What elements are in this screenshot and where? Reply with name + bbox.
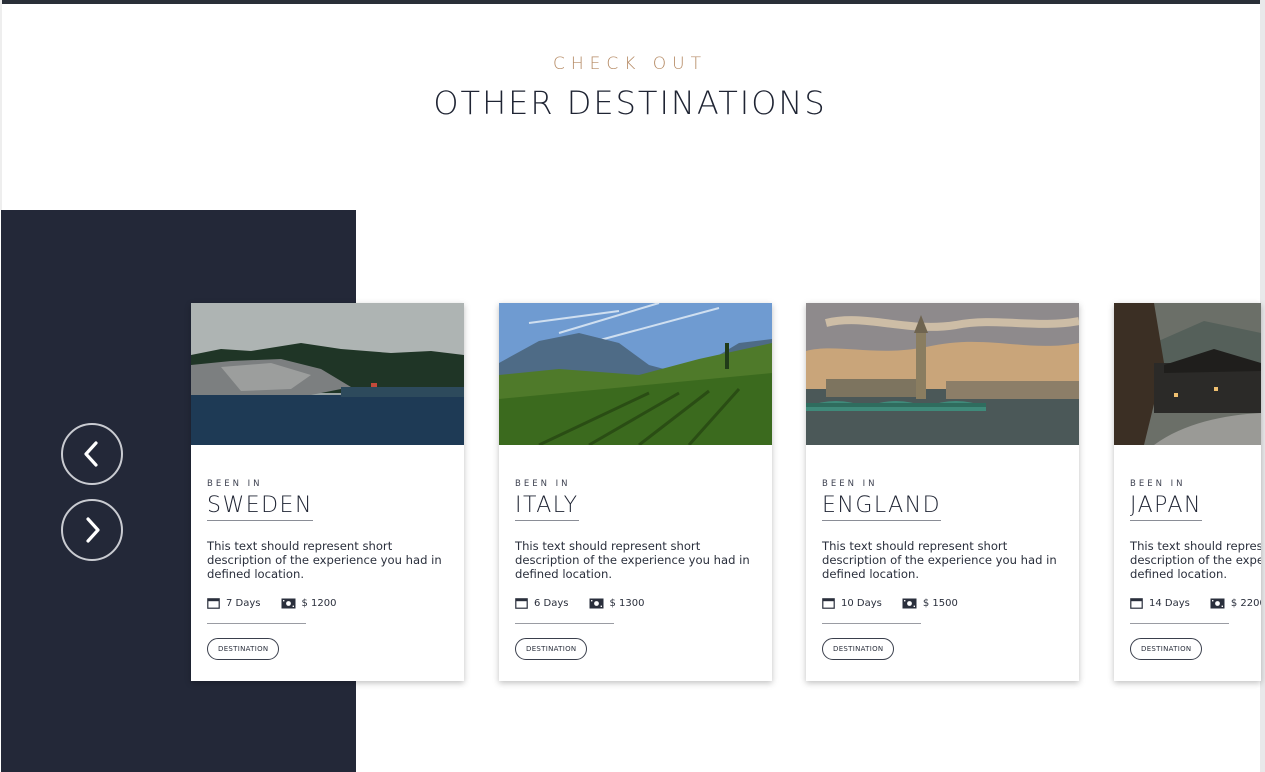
card-description: This text should represent short descrip…	[515, 539, 750, 581]
price-value: $ 2200	[1230, 597, 1261, 609]
destination-tag-button[interactable]: DESTINATION	[822, 638, 895, 660]
been-in-label: BEEN IN	[1130, 479, 1186, 489]
divider	[822, 623, 921, 624]
top-strip	[0, 0, 1260, 4]
destination-photo	[191, 303, 464, 445]
destination-card-sweden[interactable]: BEEN IN SWEDEN This text should represen…	[191, 303, 464, 681]
duration-value: 6 Days	[534, 597, 569, 609]
country-name: JAPAN	[1130, 493, 1203, 521]
money-icon	[1210, 598, 1225, 609]
calendar-icon	[515, 597, 528, 609]
duration-value: 10 Days	[841, 597, 882, 609]
been-in-label: BEEN IN	[822, 479, 878, 489]
calendar-icon	[822, 597, 835, 609]
section-eyebrow: CHECK OUT	[552, 54, 708, 74]
carousel-prev-button[interactable]	[61, 423, 123, 485]
destination-tag-button[interactable]: DESTINATION	[207, 638, 280, 660]
destination-tag-button[interactable]: DESTINATION	[515, 638, 588, 660]
country-name: ITALY	[515, 493, 579, 521]
card-meta: 6 Days $ 1300	[515, 597, 764, 609]
destination-photo	[1114, 303, 1261, 445]
calendar-icon	[1130, 597, 1143, 609]
money-icon	[902, 598, 917, 609]
card-meta: 7 Days $ 1200	[207, 597, 456, 609]
section-header: CHECK OUT OTHER DESTINATIONS	[0, 54, 1260, 122]
divider	[1130, 623, 1229, 624]
price-value: $ 1200	[301, 597, 337, 609]
divider	[515, 623, 614, 624]
destination-card-italy[interactable]: BEEN IN ITALY This text should represent…	[499, 303, 772, 681]
chevron-left-icon	[84, 441, 98, 467]
destination-tag-button[interactable]: DESTINATION	[1130, 638, 1203, 660]
country-name: SWEDEN	[207, 493, 313, 521]
destination-card-japan[interactable]: BEEN IN JAPAN This text should represent…	[1114, 303, 1261, 681]
card-description: This text should represent short descrip…	[207, 539, 442, 581]
price-value: $ 1500	[922, 597, 958, 609]
carousel-next-button[interactable]	[61, 499, 123, 561]
chevron-right-icon	[86, 517, 100, 543]
country-name: ENGLAND	[822, 493, 942, 521]
section-title: OTHER DESTINATIONS	[433, 84, 827, 122]
price-value: $ 1300	[609, 597, 645, 609]
calendar-icon	[207, 597, 220, 609]
duration-value: 7 Days	[226, 597, 261, 609]
destination-photo	[499, 303, 772, 445]
destination-photo	[806, 303, 1079, 445]
money-icon	[281, 598, 296, 609]
been-in-label: BEEN IN	[515, 479, 571, 489]
card-description: This text should represent short descrip…	[1130, 539, 1261, 581]
destination-card-england[interactable]: BEEN IN ENGLAND This text should represe…	[806, 303, 1079, 681]
card-description: This text should represent short descrip…	[822, 539, 1057, 581]
money-icon	[589, 598, 604, 609]
card-meta: 10 Days $ 1500	[822, 597, 1071, 609]
been-in-label: BEEN IN	[207, 479, 263, 489]
card-meta: 14 Days $ 2200	[1130, 597, 1261, 609]
duration-value: 14 Days	[1149, 597, 1190, 609]
divider	[207, 623, 306, 624]
